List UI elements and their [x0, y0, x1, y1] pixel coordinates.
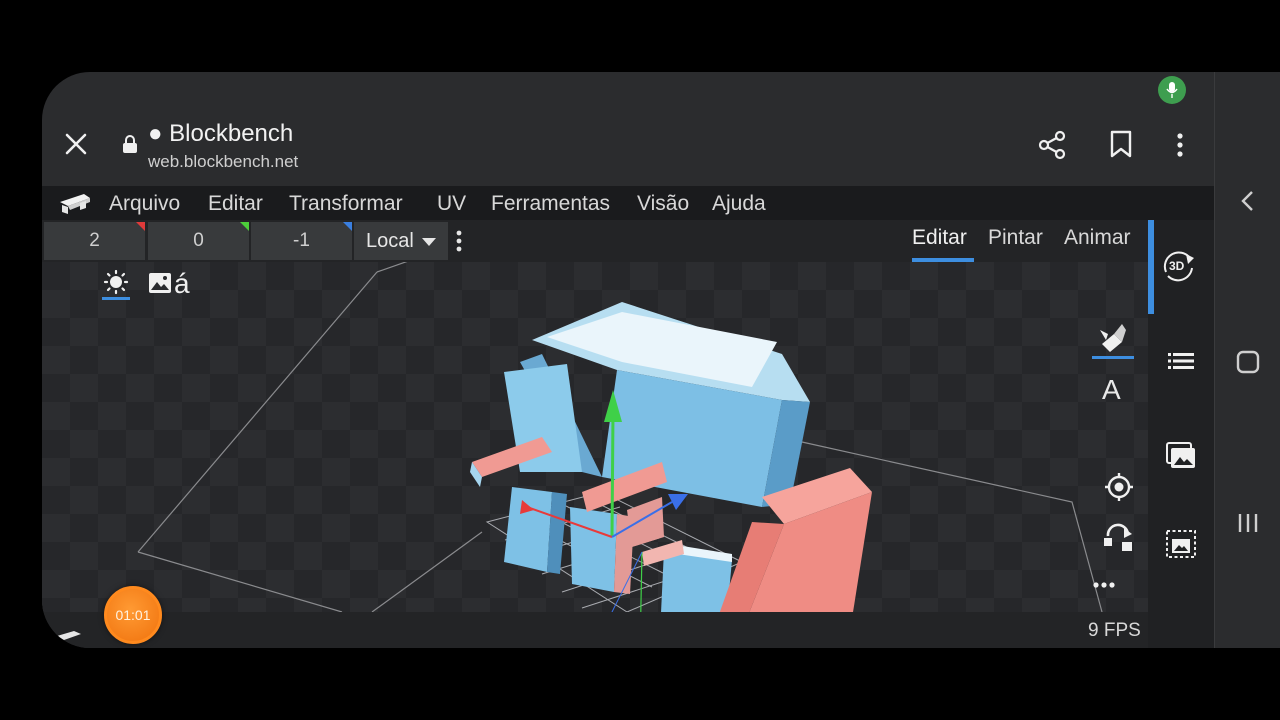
- menu-visao[interactable]: Visão: [637, 192, 689, 216]
- lighting-sun-icon[interactable]: [100, 270, 132, 300]
- transform-space-select[interactable]: Local: [354, 222, 448, 260]
- more-tools-icon[interactable]: [1092, 580, 1116, 590]
- bookmark-icon[interactable]: [1109, 130, 1133, 158]
- position-y-value: 0: [193, 230, 204, 251]
- menu-transformar[interactable]: Transformar: [289, 192, 403, 216]
- tab-pintar[interactable]: Pintar: [988, 226, 1043, 250]
- position-x-value: 2: [89, 230, 100, 251]
- recents-button-icon[interactable]: [1237, 512, 1259, 534]
- position-y-field[interactable]: 0: [148, 222, 249, 260]
- x-axis-marker: [136, 222, 145, 231]
- panel-accent: [1148, 220, 1154, 314]
- y-axis-marker: [240, 222, 249, 231]
- toolbar: 2 0 -1 Local Editar Pintar Animar: [42, 220, 1214, 262]
- system-nav-bar: [1214, 72, 1280, 648]
- page-title: ● Blockbench: [148, 120, 294, 147]
- home-button-icon[interactable]: [1236, 350, 1260, 374]
- fps-counter: 9 FPS: [1088, 620, 1141, 641]
- tab-animar[interactable]: Animar: [1064, 226, 1131, 250]
- z-axis-marker: [343, 222, 352, 231]
- corner-logo-icon: [57, 631, 81, 640]
- page-url[interactable]: web.blockbench.net: [148, 152, 298, 172]
- outliner-list-icon[interactable]: [1168, 352, 1194, 370]
- close-icon[interactable]: [62, 130, 90, 158]
- 3d-view-label: 3D: [1169, 259, 1185, 273]
- tab-editar[interactable]: Editar: [912, 226, 967, 250]
- more-vert-icon[interactable]: [1170, 132, 1190, 158]
- image-icon[interactable]: [148, 272, 172, 294]
- position-x-field[interactable]: 2: [44, 222, 145, 260]
- menu-editar[interactable]: Editar: [208, 192, 263, 216]
- mic-icon: [1158, 76, 1186, 104]
- 3d-scene: [42, 262, 1148, 612]
- menu-bar: Arquivo Editar Transformar UV Ferramenta…: [42, 186, 1214, 220]
- toolbar-more-icon[interactable]: [454, 230, 464, 254]
- chevron-down-icon: [422, 238, 436, 246]
- right-panel: [1148, 220, 1214, 648]
- uv-editor-icon[interactable]: [1166, 530, 1196, 558]
- textures-icon[interactable]: [1166, 442, 1196, 470]
- menu-ajuda[interactable]: Ajuda: [712, 192, 766, 216]
- menu-uv[interactable]: UV: [437, 192, 466, 216]
- 3d-viewport[interactable]: á: [42, 262, 1148, 612]
- position-z-field[interactable]: -1: [251, 222, 352, 260]
- transform-space-value: Local: [366, 230, 414, 252]
- back-chevron-icon[interactable]: [1239, 190, 1255, 212]
- move-tool-icon[interactable]: [1092, 320, 1134, 360]
- menu-ferramentas[interactable]: Ferramentas: [491, 192, 610, 216]
- lock-icon: [123, 135, 137, 153]
- rotate-tool-icon[interactable]: [1102, 522, 1136, 552]
- view-mode-label[interactable]: á: [174, 268, 190, 300]
- position-z-value: -1: [293, 230, 310, 251]
- status-bar: [42, 612, 1148, 648]
- pivot-tool-icon[interactable]: [1104, 472, 1134, 502]
- menu-arquivo[interactable]: Arquivo: [109, 192, 180, 216]
- browser-window: ● Blockbench web.blockbench.net Arquivo …: [42, 72, 1214, 648]
- blockbench-logo-icon[interactable]: [58, 192, 92, 216]
- recording-timer[interactable]: 01:01: [104, 586, 162, 644]
- text-tool-icon[interactable]: A: [1102, 374, 1121, 406]
- share-icon[interactable]: [1038, 130, 1066, 160]
